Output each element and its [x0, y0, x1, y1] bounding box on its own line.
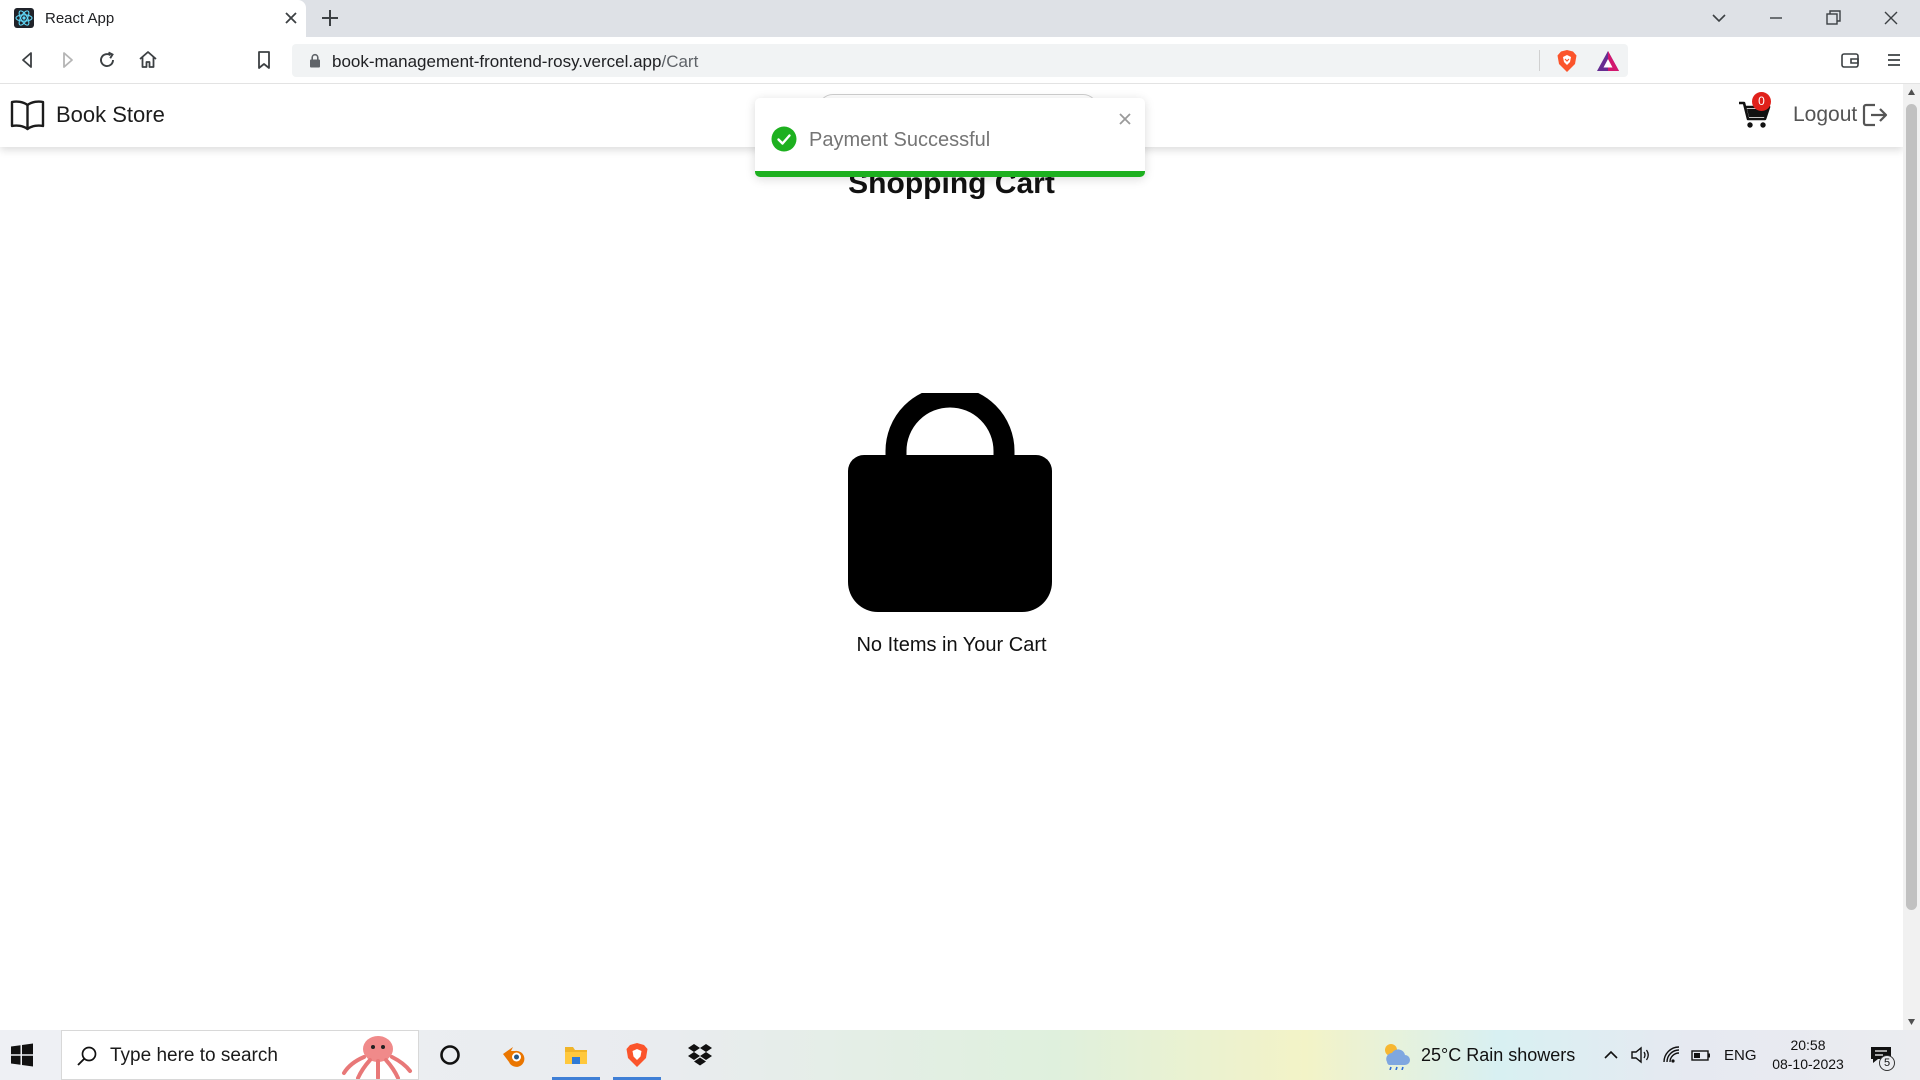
- logout-label: Logout: [1793, 103, 1858, 126]
- cart-count-badge: 0: [1752, 92, 1771, 111]
- check-circle-icon: [771, 126, 797, 152]
- tab-strip: React App: [0, 0, 1920, 37]
- lock-icon[interactable]: [308, 53, 322, 68]
- browser-toolbar: book-management-frontend-rosy.vercel.app…: [0, 37, 1920, 84]
- tab-search-chevron-icon[interactable]: [1707, 6, 1731, 30]
- new-tab-icon[interactable]: [318, 6, 342, 30]
- search-placeholder: Type here to search: [110, 1045, 278, 1066]
- clock-date: 08-10-2023: [1772, 1056, 1844, 1072]
- scroll-down-icon[interactable]: [1907, 1018, 1916, 1026]
- logout-button[interactable]: Logout: [1793, 100, 1889, 130]
- battery-icon[interactable]: [1690, 1044, 1712, 1066]
- omnibox-divider: [1539, 50, 1540, 71]
- volume-icon[interactable]: [1629, 1044, 1651, 1066]
- input-language[interactable]: ENG: [1724, 1047, 1757, 1064]
- cart-button[interactable]: 0: [1738, 92, 1774, 132]
- octopus-illustration-icon: [342, 1036, 412, 1079]
- close-window-icon[interactable]: [1879, 6, 1903, 30]
- system-clock[interactable]: 20:58 08-10-2023: [1768, 1036, 1848, 1074]
- notification-count-badge: 5: [1879, 1055, 1895, 1071]
- windows-taskbar: Type here to search 25°C Rain showers EN…: [0, 1030, 1920, 1080]
- scrollbar-thumb[interactable]: [1906, 104, 1917, 910]
- weather-text[interactable]: 25°C Rain showers: [1421, 1045, 1575, 1066]
- weather-icon[interactable]: [1378, 1040, 1412, 1070]
- url-path: /Cart: [661, 52, 699, 71]
- react-favicon: [14, 8, 34, 28]
- brand-name: Book Store: [56, 102, 165, 127]
- search-icon: [77, 1046, 97, 1066]
- back-icon[interactable]: [16, 48, 40, 72]
- brave-icon: [626, 1043, 648, 1067]
- tab-react-app[interactable]: React App: [0, 0, 306, 37]
- close-icon[interactable]: [1117, 111, 1133, 127]
- brave-rewards-icon[interactable]: [1596, 50, 1620, 72]
- home-icon[interactable]: [136, 48, 160, 72]
- logout-icon: [1863, 103, 1888, 127]
- payment-toast: Payment Successful: [755, 98, 1145, 177]
- url-host: book-management-frontend-rosy.vercel.app: [332, 52, 662, 71]
- scrollbar[interactable]: [1903, 84, 1920, 1030]
- toast-progress-bar: [755, 171, 1145, 177]
- reload-icon[interactable]: [95, 48, 119, 72]
- taskbar-dropbox[interactable]: [674, 1030, 726, 1080]
- empty-cart-message: No Items in Your Cart: [856, 634, 1047, 656]
- taskbar-blender[interactable]: [488, 1030, 540, 1080]
- wifi-icon[interactable]: [1661, 1044, 1683, 1066]
- minimize-icon[interactable]: [1764, 6, 1788, 30]
- page-viewport: Book Store 0 Logout Shopping Cart No Ite…: [0, 84, 1920, 1030]
- taskbar-file-explorer[interactable]: [550, 1030, 602, 1080]
- close-tab-icon[interactable]: [281, 8, 301, 28]
- taskbar-cortana[interactable]: [424, 1030, 476, 1080]
- menu-icon[interactable]: [1882, 48, 1906, 72]
- restore-icon[interactable]: [1821, 6, 1845, 30]
- toast-message: Payment Successful: [809, 129, 991, 151]
- taskbar-brave[interactable]: [611, 1030, 663, 1080]
- wallet-icon[interactable]: [1838, 48, 1862, 72]
- taskbar-search-box[interactable]: Type here to search: [61, 1030, 419, 1080]
- book-icon: [10, 100, 45, 131]
- address-bar[interactable]: book-management-frontend-rosy.vercel.app…: [292, 44, 1628, 77]
- tab-title: React App: [45, 10, 115, 27]
- file-explorer-icon: [565, 1047, 587, 1064]
- scroll-up-icon[interactable]: [1907, 88, 1916, 96]
- cortana-icon: [440, 1045, 460, 1065]
- chevron-up-icon[interactable]: [1600, 1044, 1622, 1066]
- shopping-bag-icon: [848, 393, 1052, 612]
- forward-icon[interactable]: [55, 48, 79, 72]
- brave-shield-icon[interactable]: [1556, 49, 1578, 73]
- windows-start-icon[interactable]: [10, 1043, 34, 1067]
- url-text[interactable]: book-management-frontend-rosy.vercel.app…: [332, 52, 698, 72]
- brand-link[interactable]: Book Store: [10, 98, 165, 132]
- clock-time: 20:58: [1790, 1037, 1826, 1053]
- bookmark-icon[interactable]: [252, 48, 276, 72]
- blender-icon: [503, 1047, 525, 1067]
- dropbox-icon: [688, 1044, 712, 1066]
